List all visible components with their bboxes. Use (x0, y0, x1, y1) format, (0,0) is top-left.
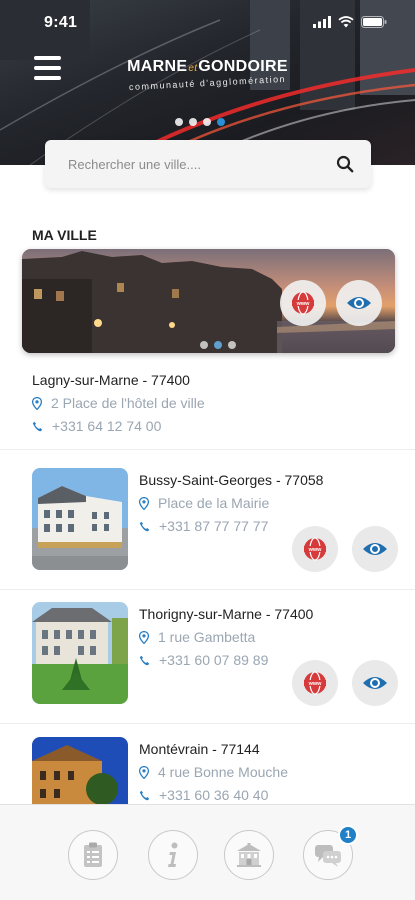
city-name: Thorigny-sur-Marne - 77400 (139, 606, 314, 622)
notification-badge: 1 (338, 825, 358, 845)
svg-text:www: www (296, 301, 311, 307)
website-globe-icon: www (304, 537, 326, 561)
chat-icon (315, 845, 341, 867)
carousel-dot-active[interactable] (214, 341, 222, 349)
phone-icon (139, 521, 150, 531)
search-input[interactable] (68, 156, 328, 172)
status-bar: 9:41 (0, 0, 415, 44)
my-city-photo-card[interactable]: www (22, 249, 395, 353)
carousel-dot[interactable] (200, 341, 208, 349)
city-phone[interactable]: +331 60 07 89 89 (139, 652, 313, 668)
eye-icon (363, 543, 387, 555)
my-city-website-button[interactable]: www (280, 280, 326, 326)
website-globe-icon: www (292, 291, 314, 315)
carousel-dot[interactable] (228, 341, 236, 349)
brand-logo: MARNEetGONDOIRE communauté d'agglomérati… (110, 58, 305, 92)
city-website-button[interactable]: www (292, 660, 338, 706)
info-icon (168, 842, 178, 867)
svg-text:www: www (308, 681, 323, 687)
svg-text:www: www (308, 547, 323, 553)
city-list-item[interactable]: Bussy-Saint-Georges - 77058 Place de la … (0, 468, 415, 608)
city-view-button[interactable] (352, 660, 398, 706)
divider (0, 723, 415, 724)
website-globe-icon: www (304, 671, 326, 695)
menu-icon (34, 56, 61, 60)
location-pin-icon (32, 396, 42, 410)
my-city-photo-dots (200, 341, 236, 349)
my-city-view-button[interactable] (336, 280, 382, 326)
city-address: 1 rue Gambetta (139, 629, 313, 645)
status-time: 9:41 (44, 14, 78, 31)
eye-icon (347, 297, 371, 309)
town-hall-icon (237, 843, 261, 867)
battery-icon (361, 16, 387, 28)
city-texts: Montévrain - 77144 4 rue Bonne Mouche +3… (139, 741, 288, 803)
phone-icon (139, 790, 150, 800)
search-bar (45, 140, 371, 188)
my-city-address: 2 Place de l'hôtel de ville (32, 395, 205, 411)
wifi-icon (338, 16, 354, 28)
divider (0, 589, 415, 590)
bottom-navigation: 1 (0, 804, 415, 900)
phone-icon (139, 655, 150, 665)
city-address: Place de la Mairie (139, 495, 323, 511)
location-pin-icon (139, 630, 149, 644)
location-pin-icon (139, 496, 149, 510)
city-address: 4 rue Bonne Mouche (139, 764, 288, 780)
header-carousel-dots (175, 118, 225, 126)
signal-icon (313, 16, 331, 28)
search-icon[interactable] (336, 155, 354, 173)
brand-name: MARNEetGONDOIRE (127, 58, 288, 75)
location-pin-icon (139, 765, 149, 779)
section-title-my-city: MA VILLE (32, 227, 97, 243)
my-city-name: Lagny-sur-Marne - 77400 (32, 372, 190, 388)
my-city-phone[interactable]: +331 64 12 74 00 (32, 418, 205, 434)
city-thumbnail (32, 468, 128, 570)
city-list-item[interactable]: Thorigny-sur-Marne - 77400 1 rue Gambett… (0, 602, 415, 742)
menu-button[interactable] (34, 56, 61, 80)
phone-icon (32, 421, 43, 431)
nav-info-button[interactable] (148, 830, 198, 880)
my-city-info: Lagny-sur-Marne - 77400 2 Place de l'hôt… (32, 372, 205, 434)
carousel-dot[interactable] (175, 118, 183, 126)
carousel-dot-active[interactable] (217, 118, 225, 126)
city-website-button[interactable]: www (292, 526, 338, 572)
city-texts: Bussy-Saint-Georges - 77058 Place de la … (139, 472, 323, 534)
nav-town-hall-button[interactable] (224, 830, 274, 880)
nav-procedures-button[interactable] (68, 830, 118, 880)
city-view-button[interactable] (352, 526, 398, 572)
city-texts: Thorigny-sur-Marne - 77400 1 rue Gambett… (139, 606, 313, 668)
clipboard-icon (84, 842, 102, 867)
city-phone[interactable]: +331 60 36 40 40 (139, 787, 288, 803)
city-phone[interactable]: +331 87 77 77 77 (139, 518, 323, 534)
carousel-dot[interactable] (189, 118, 197, 126)
city-thumbnail (32, 602, 128, 704)
status-icons (313, 16, 387, 28)
city-name: Montévrain - 77144 (139, 741, 260, 757)
eye-icon (363, 677, 387, 689)
nav-messages-button[interactable]: 1 (303, 825, 358, 880)
city-name: Bussy-Saint-Georges - 77058 (139, 472, 324, 488)
divider (0, 449, 415, 450)
carousel-dot[interactable] (203, 118, 211, 126)
